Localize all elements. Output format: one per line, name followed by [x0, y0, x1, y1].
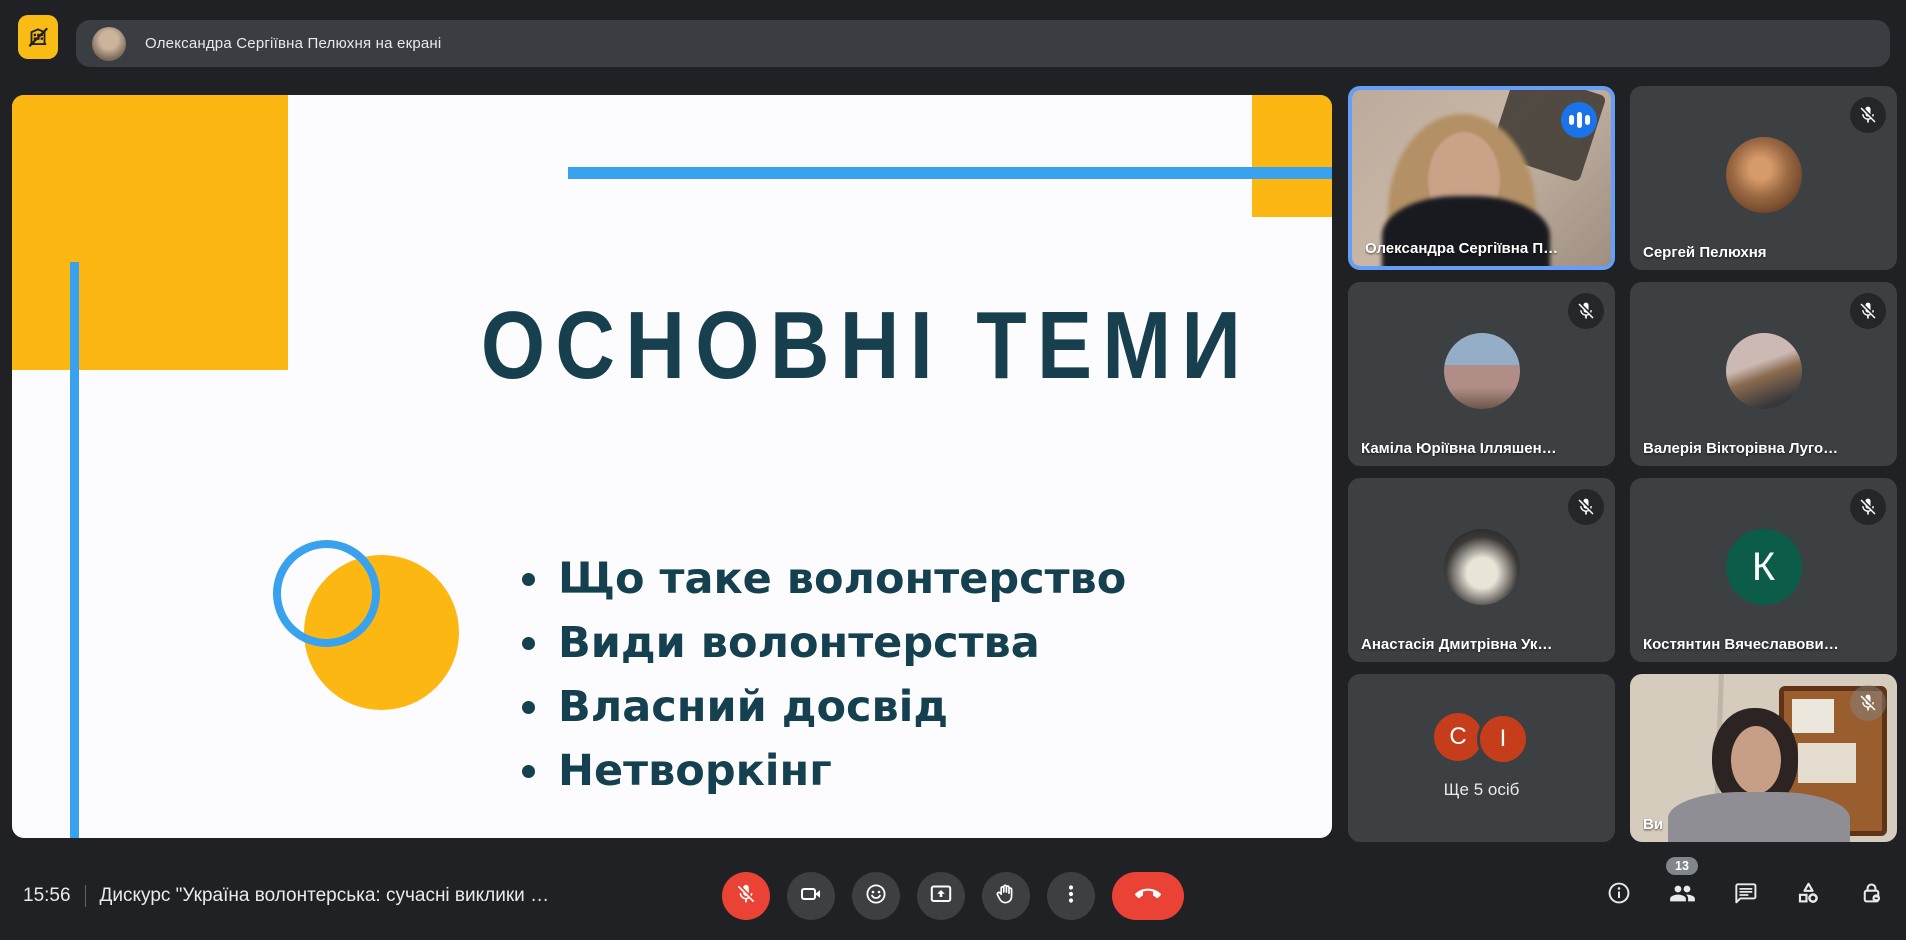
presenter-avatar: [92, 27, 126, 61]
screen-share-banner-text: Олександра Сергіївна Пелюхня на екрані: [145, 35, 441, 52]
present-button[interactable]: [917, 872, 965, 920]
slide-bullet: Власний досвід: [512, 675, 1126, 739]
raise-hand-button[interactable]: [982, 872, 1030, 920]
avatar: [1726, 137, 1802, 213]
avatar-letter: I: [1477, 713, 1529, 765]
theaters-off-icon[interactable]: [18, 15, 58, 59]
screen-share-banner[interactable]: Олександра Сергіївна Пелюхня на екрані: [76, 20, 1890, 67]
activities-shapes-icon: [1795, 880, 1822, 912]
mic-muted-icon: [1850, 685, 1886, 721]
avatar-letter: К: [1726, 529, 1802, 605]
slide-decor-blue-vertical-line: [70, 262, 79, 838]
hand-icon: [994, 882, 1018, 909]
building-slash-glyph: [25, 24, 51, 50]
participant-name: Сергей Пелюхня: [1643, 244, 1767, 261]
camera-toggle-button[interactable]: [787, 872, 835, 920]
avatar: [1444, 529, 1520, 605]
mic-off-icon: [735, 883, 757, 908]
more-vert-icon: [1059, 882, 1083, 909]
google-meet-window: { "top_bar": { "share_banner": "Олександ…: [0, 0, 1906, 940]
mic-muted-icon: [1850, 293, 1886, 329]
self-view-tile[interactable]: Ви: [1630, 674, 1897, 842]
participant-name: Валерія Вікторівна Луго…: [1643, 440, 1838, 457]
more-options-button[interactable]: [1047, 872, 1095, 920]
slide-bullet: Види волонтерства: [512, 611, 1126, 675]
participant-tile[interactable]: К Костянтин Вячеславови…: [1630, 478, 1897, 662]
slide-decor-yellow-square: [12, 95, 288, 370]
chat-icon: [1732, 880, 1758, 911]
slide-bullet: Нетворкінг: [512, 739, 1126, 803]
divider: [85, 885, 86, 907]
clock-time: 15:56: [23, 885, 71, 907]
slide-decor-blue-horizontal-line: [568, 167, 1332, 179]
participant-name: Олександра Сергіївна П…: [1365, 240, 1558, 257]
leave-call-button[interactable]: [1112, 872, 1184, 920]
participant-tile[interactable]: Анастасія Дмитрівна Ук…: [1348, 478, 1615, 662]
stacked-avatars: C I: [1434, 713, 1529, 765]
participant-tile[interactable]: Сергей Пелюхня: [1630, 86, 1897, 270]
host-controls-button[interactable]: [1858, 883, 1884, 909]
participant-count-badge: 13: [1666, 857, 1698, 875]
people-icon: [1669, 880, 1696, 912]
participant-name: Ви: [1643, 816, 1663, 833]
call-end-icon: [1135, 881, 1161, 910]
participant-name: Анастасія Дмитрівна Ук…: [1361, 636, 1552, 653]
more-participants-tile[interactable]: C I Ще 5 осіб: [1348, 674, 1615, 842]
reactions-button[interactable]: [852, 872, 900, 920]
control-bar: 15:56 Дискурс "Україна волонтерська: суч…: [0, 851, 1906, 940]
mic-muted-icon: [1568, 293, 1604, 329]
slide-decor-yellow-block: [1252, 95, 1332, 217]
videocam-icon: [799, 882, 823, 909]
more-participants-label: Ще 5 осіб: [1444, 780, 1520, 800]
participant-tile-speaker[interactable]: Олександра Сергіївна П…: [1348, 86, 1615, 270]
participants-grid: Олександра Сергіївна П… Сергей Пелюхня К…: [1348, 86, 1897, 842]
slide-title: ОСНОВНІ ТЕМИ: [470, 298, 1261, 394]
lock-icon: [1858, 880, 1885, 912]
emoji-smile-icon: [864, 882, 888, 909]
chat-button[interactable]: [1732, 883, 1758, 909]
info-icon: [1606, 880, 1632, 911]
shared-screen-presentation: ОСНОВНІ ТЕМИ Що таке волонтерство Види в…: [12, 95, 1332, 838]
mic-muted-icon: [1850, 97, 1886, 133]
present-to-all-icon: [929, 882, 953, 909]
participant-name: Костянтин Вячеславови…: [1643, 636, 1839, 653]
meeting-details-button[interactable]: [1606, 883, 1632, 909]
slide-bullet-list: Що таке волонтерство Види волонтерства В…: [512, 547, 1126, 803]
avatar: [1726, 333, 1802, 409]
avatar: [1444, 333, 1520, 409]
mic-muted-icon: [1850, 489, 1886, 525]
participant-tile[interactable]: Валерія Вікторівна Луго…: [1630, 282, 1897, 466]
participant-name: Каміла Юріївна Ілляшен…: [1361, 440, 1557, 457]
speaking-indicator-icon: [1561, 102, 1597, 138]
activities-button[interactable]: [1795, 883, 1821, 909]
avatar-letter: C: [1434, 713, 1482, 761]
mic-muted-icon: [1568, 489, 1604, 525]
mic-toggle-button[interactable]: [722, 872, 770, 920]
slide-decor-blue-ring: [273, 540, 380, 647]
show-participants-button[interactable]: 13: [1669, 883, 1695, 909]
meeting-title: Дискурс "Україна волонтерська: сучасні в…: [100, 885, 550, 907]
participant-tile[interactable]: Каміла Юріївна Ілляшен…: [1348, 282, 1615, 466]
slide-bullet: Що таке волонтерство: [512, 547, 1126, 611]
